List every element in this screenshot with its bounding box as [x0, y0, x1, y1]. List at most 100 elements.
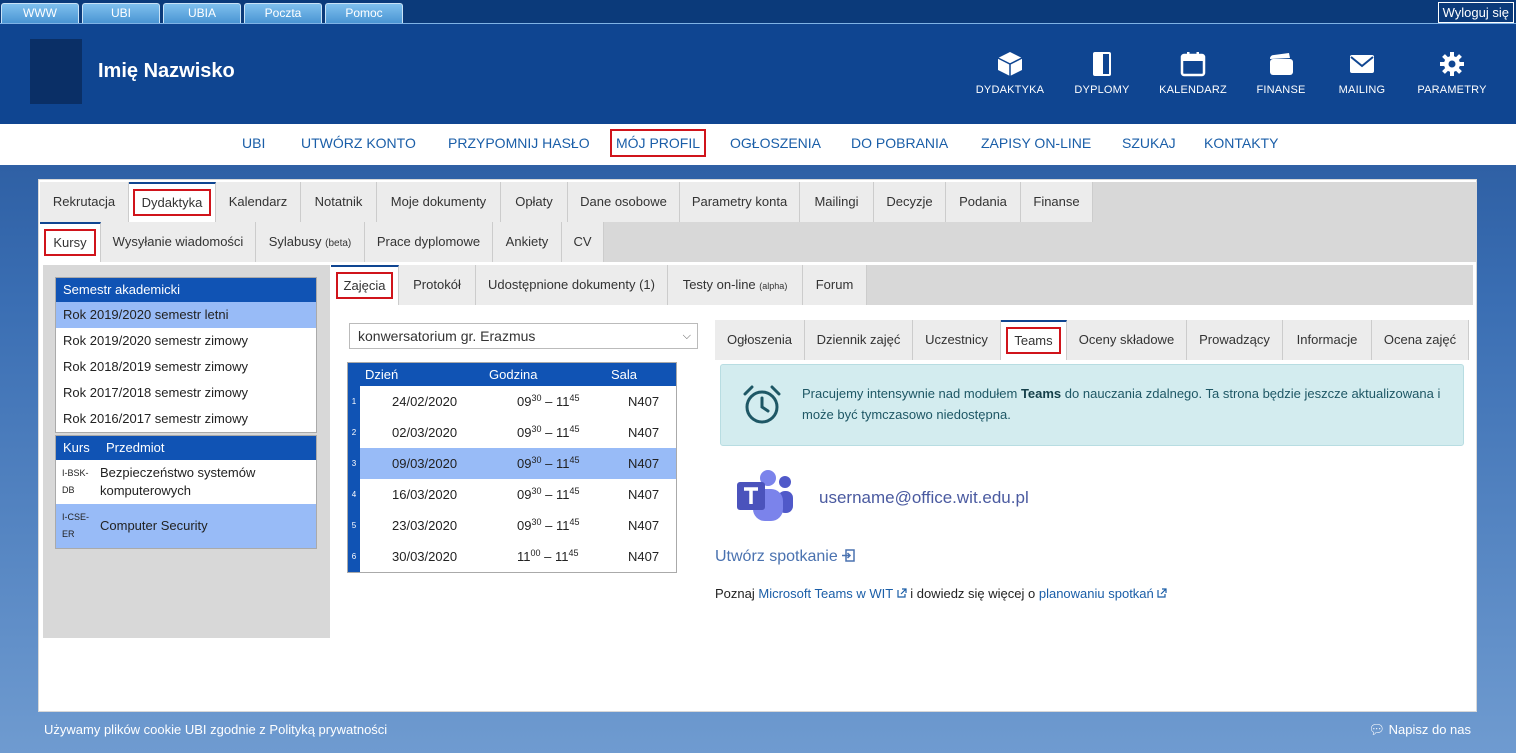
teams-logo: [735, 468, 795, 529]
nav-moj-profil[interactable]: MÓJ PROFIL: [609, 129, 707, 157]
tab-teams[interactable]: Teams: [1001, 320, 1067, 360]
end-minute: 45: [569, 486, 580, 496]
tab-cv[interactable]: CV: [562, 222, 604, 262]
tab-kursy[interactable]: Kursy: [40, 222, 101, 262]
header-dyplomy-button[interactable]: DYPLOMY: [1052, 50, 1152, 96]
header-kalendarz-button[interactable]: KALENDARZ: [1143, 50, 1243, 96]
mail-icon: [1350, 55, 1374, 73]
course-col-kurs: Kurs: [63, 440, 90, 455]
course-row[interactable]: I-CSE-ER Computer Security: [56, 504, 316, 548]
nav-przypomnij-haslo[interactable]: PRZYPOMNIJ HASŁO: [448, 135, 590, 151]
tab-protokol[interactable]: Protokół: [399, 265, 476, 305]
schedule-col-room: Sala: [611, 367, 638, 382]
diploma-icon: [1093, 52, 1111, 76]
tab-sylabusy[interactable]: Sylabusy (beta): [256, 222, 365, 262]
microsoft-teams-link[interactable]: Microsoft Teams w WIT: [758, 586, 893, 601]
top-tab-pomoc[interactable]: Pomoc: [325, 3, 403, 23]
logout-button[interactable]: Wyloguj się: [1437, 2, 1514, 23]
external-link-icon: [1157, 588, 1167, 598]
top-tab-ubia[interactable]: UBIA: [163, 3, 241, 23]
row-number: 1: [348, 386, 360, 417]
wallet-icon: [1270, 53, 1293, 75]
nav-ogloszenia[interactable]: OGŁOSZENIA: [730, 135, 821, 151]
top-tab-bar: WWW UBI UBIA Poczta Pomoc Wyloguj się: [0, 0, 1516, 24]
tab-decyzje[interactable]: Decyzje: [874, 182, 946, 222]
schedule-row[interactable]: 4 16/03/2020 0930 – 1145 N407: [348, 479, 676, 510]
semester-header: Semestr akademicki: [56, 278, 316, 302]
semester-item[interactable]: Rok 2019/2020 semestr zimowy: [56, 328, 316, 354]
schedule-row[interactable]: 5 23/03/2020 0930 – 1145 N407: [348, 510, 676, 541]
tab-wysylanie-wiadomosci[interactable]: Wysyłanie wiadomości: [101, 222, 256, 262]
tab-ocena-zajec[interactable]: Ocena zajęć: [1372, 320, 1469, 360]
schedule-row[interactable]: 3 09/03/2020 0930 – 1145 N407: [348, 448, 676, 479]
schedule-col-hour: Godzina: [489, 367, 538, 382]
header-parametry-button[interactable]: PARAMETRY: [1402, 50, 1502, 96]
start-hour: 11: [517, 549, 531, 564]
schedule-row[interactable]: 1 24/02/2020 0930 – 1145 N407: [348, 386, 676, 417]
top-tab-ubi[interactable]: UBI: [82, 3, 160, 23]
class-tabs: Ogłoszenia Dziennik zajęć Uczestnicy Tea…: [715, 320, 1469, 360]
row-number: 5: [348, 510, 360, 541]
chat-button[interactable]: 💬︎ Napisz do nas: [1368, 722, 1471, 738]
tab-dane-osobowe[interactable]: Dane osobowe: [568, 182, 680, 222]
tab-testy-alpha: (alpha): [759, 281, 788, 291]
tab-mailingi[interactable]: Mailingi: [800, 182, 874, 222]
header-mailing-label: MAILING: [1338, 84, 1386, 96]
semester-list: Semestr akademicki Rok 2019/2020 semestr…: [55, 277, 317, 433]
course-row[interactable]: I-BSK-DB Bezpieczeństwo systemów kompute…: [56, 460, 316, 504]
tab-forum[interactable]: Forum: [803, 265, 867, 305]
tab-sylabusy-label: Sylabusy: [268, 234, 322, 249]
tab-informacje[interactable]: Informacje: [1283, 320, 1372, 360]
tab-testy-label: Testy on-line: [682, 277, 756, 292]
create-meeting-link[interactable]: Utwórz spotkanie: [715, 548, 855, 566]
tab-finanse[interactable]: Finanse: [1021, 182, 1093, 222]
profile-tabs: Rekrutacja Dydaktyka Kalendarz Notatnik …: [40, 182, 1476, 222]
header: Imię Nazwisko DYDAKTYKA DYPLOMY KALENDAR…: [0, 24, 1516, 124]
semester-item[interactable]: Rok 2016/2017 semestr zimowy: [56, 406, 316, 432]
row-time: 0930 – 1145: [517, 517, 580, 533]
tab-dziennik-zajec[interactable]: Dziennik zajęć: [805, 320, 913, 360]
tab-prace-dyplomowe[interactable]: Prace dyplomowe: [365, 222, 493, 262]
end-minute: 45: [569, 393, 580, 403]
tab-rekrutacja[interactable]: Rekrutacja: [40, 182, 129, 222]
tab-ogloszenia[interactable]: Ogłoszenia: [715, 320, 805, 360]
nav-szukaj[interactable]: SZUKAJ: [1122, 135, 1176, 151]
tab-zajecia[interactable]: Zajęcia: [331, 265, 399, 305]
tab-ankiety[interactable]: Ankiety: [493, 222, 562, 262]
tab-prowadzacy[interactable]: Prowadzący: [1187, 320, 1283, 360]
header-mailing-button[interactable]: MAILING: [1312, 50, 1412, 96]
nav-ubi[interactable]: UBI: [242, 135, 265, 151]
nav-kontakty[interactable]: KONTAKTY: [1204, 135, 1278, 151]
semester-item[interactable]: Rok 2018/2019 semestr zimowy: [56, 354, 316, 380]
start-hour: 09: [517, 394, 532, 409]
tab-oceny-skladowe[interactable]: Oceny składowe: [1067, 320, 1187, 360]
tab-podania[interactable]: Podania: [946, 182, 1021, 222]
tab-oplaty[interactable]: Opłaty: [501, 182, 568, 222]
schedule-row[interactable]: 2 02/03/2020 0930 – 1145 N407: [348, 417, 676, 448]
tab-dydaktyka[interactable]: Dydaktyka: [129, 182, 216, 222]
header-kalendarz-label: KALENDARZ: [1159, 84, 1227, 96]
row-room: N407: [628, 549, 660, 564]
planning-meetings-link[interactable]: planowaniu spotkań: [1039, 586, 1154, 601]
semester-item[interactable]: Rok 2017/2018 semestr zimowy: [56, 380, 316, 406]
tab-notatnik[interactable]: Notatnik: [301, 182, 377, 222]
schedule-row[interactable]: 6 30/03/2020 1100 – 1145 N407: [348, 541, 676, 572]
end-minute: 45: [569, 424, 580, 434]
header-dydaktyka-button[interactable]: DYDAKTYKA: [960, 50, 1060, 96]
nav-zapisy-online[interactable]: ZAPISY ON-LINE: [981, 135, 1091, 151]
tab-parametry-konta[interactable]: Parametry konta: [680, 182, 800, 222]
start-minute: 00: [530, 548, 541, 558]
tab-testy-online[interactable]: Testy on-line (alpha): [668, 265, 803, 305]
nav-do-pobrania[interactable]: DO POBRANIA: [851, 135, 948, 151]
group-select[interactable]: konwersatorium gr. Erazmus ⌵: [349, 323, 698, 349]
top-tab-www[interactable]: WWW: [1, 3, 79, 23]
tab-udostepnione-dokumenty[interactable]: Udostępnione dokumenty (1): [476, 265, 668, 305]
tab-uczestnicy[interactable]: Uczestnicy: [913, 320, 1001, 360]
row-number: 3: [348, 448, 360, 479]
top-tab-poczta[interactable]: Poczta: [244, 3, 322, 23]
semester-item[interactable]: Rok 2019/2020 semestr letni: [56, 302, 316, 328]
tab-kalendarz[interactable]: Kalendarz: [216, 182, 301, 222]
tab-kursy-label: Kursy: [44, 229, 96, 256]
nav-utworz-konto[interactable]: UTWÓRZ KONTO: [301, 135, 416, 151]
tab-moje-dokumenty[interactable]: Moje dokumenty: [377, 182, 501, 222]
